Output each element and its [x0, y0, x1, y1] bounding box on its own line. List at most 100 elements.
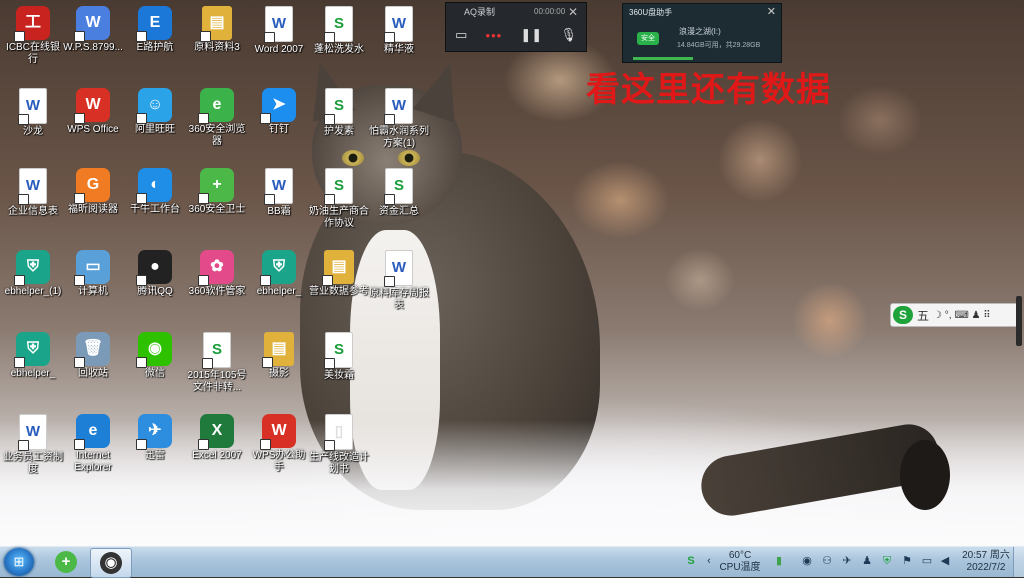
desktop-icon-label: ebhelper_	[10, 368, 56, 379]
word-document-icon: W	[264, 168, 293, 205]
icon-glyph: W	[271, 422, 287, 439]
desktop-icon[interactable]: +360安全卫士	[186, 166, 248, 216]
desktop-icon[interactable]: ✈ 迅雷	[124, 412, 186, 462]
desktop-icon[interactable]: S 美妆霜	[308, 330, 370, 382]
app-icon: 🗑	[74, 332, 110, 368]
desktop-icon[interactable]: W Word 2007	[248, 4, 310, 56]
desktop-icon-label: 资金汇总	[379, 206, 419, 217]
desktop-icon-label: WPS办公助手	[252, 450, 306, 473]
battery-icon[interactable]: ▮	[772, 554, 786, 568]
desktop-icon[interactable]: ✿ 360软件管家	[186, 248, 248, 298]
desktop-icon[interactable]: ◐ 千牛工作台	[124, 166, 186, 216]
app-icon: ✈	[136, 414, 172, 450]
desktop-icon[interactable]: W 沙龙	[2, 86, 64, 138]
desktop-icon[interactable]: W 企业信息表	[2, 166, 64, 218]
u-disk-helper-close-button[interactable]: ✕	[767, 5, 776, 18]
spreadsheet-document-icon: S	[324, 332, 353, 369]
app-icon: ☺	[136, 88, 172, 124]
app-icon: ◐	[136, 168, 172, 204]
desktop-icon-label: ICBC在线银行	[6, 42, 60, 65]
desktop-icon[interactable]: 工 ICBC在线银行	[2, 4, 64, 66]
desktop-icon-label: 沙龙	[23, 126, 43, 137]
cpu-temperature[interactable]: 60°C CPU温度	[716, 550, 764, 574]
desktop-icon[interactable]: e Internet Explorer	[62, 412, 124, 474]
desktop-icon[interactable]: ◉ 微信	[124, 330, 186, 380]
desktop-icon[interactable]: ● 腾讯QQ	[124, 248, 186, 298]
icon-glyph: E	[149, 14, 161, 31]
desktop-icon[interactable]: S 护发素	[308, 86, 370, 138]
icon-glyph: +	[212, 176, 222, 193]
desktop-icon[interactable]: W 业务员工资制度	[2, 412, 64, 476]
network-tray-icon[interactable]: ⚇	[820, 554, 834, 568]
desktop-icon-label: Excel 2007	[192, 450, 242, 461]
desktop-icon[interactable]: ⛨ ebhelper_	[248, 248, 310, 298]
ime-tool-icons[interactable]: ☽ °, ⌨ ♟ ⠿	[933, 310, 991, 321]
desktop-icon-label: 360软件管家	[188, 286, 246, 297]
icon-glyph: W	[25, 97, 41, 114]
recorder-window[interactable]: AQ录制 00:00:00 ✕ ▭ ••• ❚❚ 🎙	[445, 2, 587, 52]
desktop-icon[interactable]: W BB霜	[248, 166, 310, 218]
desktop-icon[interactable]: S 蓬松洗发水	[308, 4, 370, 56]
desktop-icon[interactable]: W 原料库存周报表	[368, 248, 430, 312]
taskbar-app-recorder[interactable]: ◉	[90, 548, 132, 578]
flag-tray-icon[interactable]: ⚑	[900, 554, 914, 568]
desktop-icon[interactable]: S 2015年105号文件非转...	[186, 330, 248, 394]
desktop-icon[interactable]: ⛨ ebhelper_(1)	[2, 248, 64, 298]
desktop-icon[interactable]: W 精华液	[368, 4, 430, 56]
sogou-ime-icon[interactable]: S	[893, 306, 913, 324]
spreadsheet-document-icon: S	[324, 168, 353, 205]
safe-badge[interactable]: 安全	[637, 32, 659, 45]
desktop-icon-label: 蓬松洗发水	[314, 44, 364, 55]
window-capture-icon[interactable]: ▭	[455, 27, 467, 43]
taskbar-app-360[interactable]: +	[46, 548, 86, 576]
display-tray-icon[interactable]: ▭	[920, 554, 934, 568]
desktop-icon[interactable]: ⛨ ebhelper_	[2, 330, 64, 380]
ime-mode[interactable]: 五	[917, 307, 929, 324]
desktop-icon[interactable]: ➤ 钉钉	[248, 86, 310, 136]
desktop-icon[interactable]: W 怕霸水润系列方案(1)	[368, 86, 430, 150]
clock[interactable]: 20:57 周六 2022/7/2	[958, 550, 1014, 574]
overlay-annotation: 看这里还有数据	[586, 70, 831, 110]
app-icon: ▭	[74, 250, 110, 286]
recorder-close-button[interactable]: ✕	[568, 5, 578, 19]
desktop-icon[interactable]: S 资金汇总	[368, 166, 430, 218]
icon-glyph: ◉	[148, 340, 162, 357]
show-desktop-button[interactable]	[1013, 547, 1024, 577]
icon-glyph: W	[271, 177, 287, 194]
volume-icon[interactable]: ◀	[938, 554, 952, 568]
user-tray-icon[interactable]: ♟	[860, 554, 874, 568]
desktop-icon-label: 原料库存周报表	[369, 288, 429, 311]
desktop-icon[interactable]: ▤ 营业数据参考	[308, 248, 370, 298]
qq-tray-icon[interactable]: ◉	[800, 554, 814, 568]
thunder-tray-icon[interactable]: ✈	[840, 554, 854, 568]
desktop-icon[interactable]: ☺ 阿里旺旺	[124, 86, 186, 136]
desktop-icon-label: 千牛工作台	[130, 204, 180, 215]
desktop-icon[interactable]: e 360安全浏览器	[186, 86, 248, 148]
record-icon[interactable]: •••	[486, 28, 503, 43]
desktop-icon-label: ebhelper_	[256, 286, 302, 297]
desktop-icon[interactable]: S 奶油生产商合作协议	[308, 166, 370, 230]
app-icon: ⛨	[14, 250, 50, 286]
side-handle[interactable]	[1016, 296, 1022, 346]
desktop-icon[interactable]: X Excel 2007	[186, 412, 248, 462]
desktop-icon[interactable]: ▯ 生产线改造计划书	[308, 412, 370, 476]
desktop-icon[interactable]: G 福昕阅读器	[62, 166, 124, 216]
desktop-icon[interactable]: 🗑 回收站	[62, 330, 124, 380]
start-button[interactable]: ⊞	[4, 548, 34, 576]
tray-arrow-icon[interactable]: ‹	[702, 554, 716, 568]
ime-toolbar[interactable]: S 五 ☽ °, ⌨ ♟ ⠿	[890, 303, 1018, 327]
microphone-icon[interactable]: 🎙	[560, 27, 577, 43]
sogou-tray-icon[interactable]: S	[684, 554, 698, 568]
desktop-icon[interactable]: W WPS办公助手	[248, 412, 310, 474]
desktop-icon[interactable]: W W.P.S.8799...	[62, 4, 124, 54]
app-icon: W	[260, 414, 296, 450]
shield-tray-icon[interactable]: ⛨	[880, 554, 894, 568]
desktop-icon[interactable]: ▤ 摄影	[248, 330, 310, 380]
desktop-icon[interactable]: ▤ 原料资料3	[186, 4, 248, 54]
desktop-icon[interactable]: ▭ 计算机	[62, 248, 124, 298]
desktop-icon[interactable]: E E路护航	[124, 4, 186, 54]
desktop-icon[interactable]: W WPS Office	[62, 86, 124, 136]
app-icon: ●	[136, 250, 172, 286]
pause-icon[interactable]: ❚❚	[520, 27, 542, 43]
u-disk-helper-popup[interactable]: 360U盘助手 ✕ 安全 浪漫之湖(I:) 14.84GB可用，共29.28GB	[622, 3, 782, 63]
